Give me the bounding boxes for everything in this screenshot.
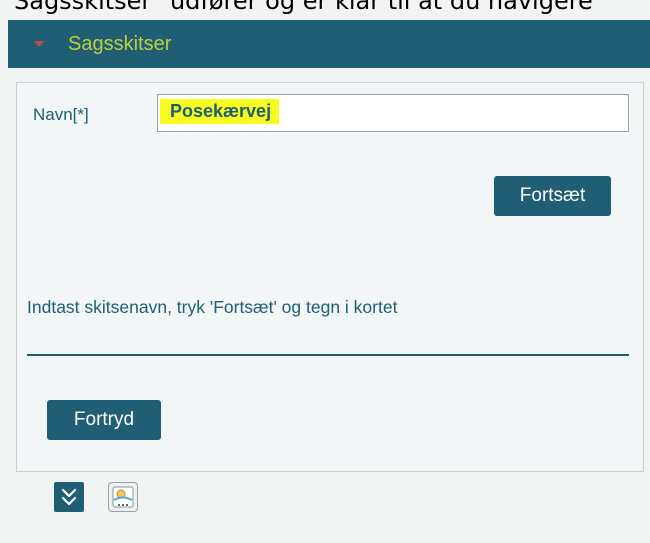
cancel-button-label: Fortryd <box>73 409 135 430</box>
divider <box>27 354 629 356</box>
name-input-value[interactable]: Posekærvej <box>160 99 280 124</box>
instruction-text: Indtast skitsenavn, tryk 'Fortsæt' og te… <box>27 297 398 317</box>
double-chevron-down-icon[interactable] <box>54 482 84 512</box>
continue-button[interactable]: Fortsæt <box>494 176 611 216</box>
triangle-down-icon[interactable] <box>34 41 44 47</box>
continue-button-label: Fortsæt <box>519 185 586 206</box>
sketch-form: Navn[*] Posekærvej Fortsæt Indtast skits… <box>16 82 644 472</box>
panel-header[interactable]: Sagsskitser <box>8 20 650 68</box>
panel-title: Sagsskitser <box>68 32 172 55</box>
name-input[interactable]: Posekærvej <box>157 94 629 132</box>
top-caption: Sagsskitser" udfører og er klar til at d… <box>14 0 593 15</box>
app-window: Sagsskitser" udfører og er klar til at d… <box>0 0 650 543</box>
cancel-button[interactable]: Fortryd <box>47 400 161 440</box>
sketch-map-icon[interactable] <box>108 482 138 512</box>
bottom-toolbar <box>54 482 138 512</box>
name-label: Navn[*] <box>33 105 89 124</box>
